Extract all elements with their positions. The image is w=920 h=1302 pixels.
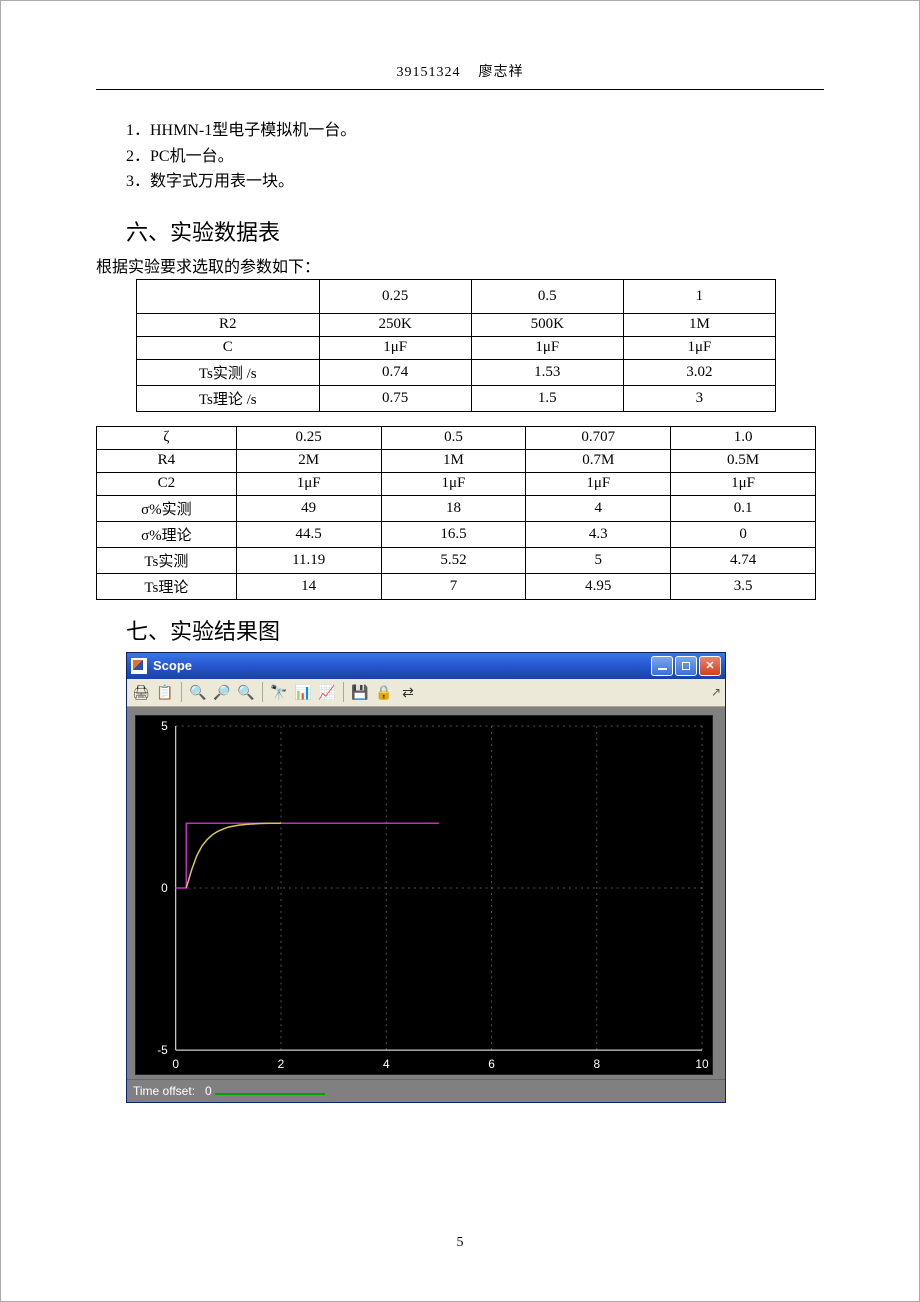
- table-2: ζ0.250.50.7071.0 R42M1M0.7M0.5M C21μF1μF…: [96, 426, 816, 600]
- scope-window: Scope ✕ 🖨 📋 🔍 🔎 🔍 🔭 📊 📈 💾 🔒 ⇄ ↗: [126, 652, 726, 1103]
- separator: [343, 682, 344, 702]
- status-bar: Time offset: 0: [127, 1079, 725, 1102]
- lock-icon[interactable]: 🔒: [374, 682, 394, 702]
- equipment-list: 1．HHMN-1型电子模拟机一台。 2．PC机一台。 3．数字式万用表一块。: [96, 118, 824, 195]
- status-underline: [215, 1093, 325, 1095]
- separator: [181, 682, 182, 702]
- table-row: σ%理论44.516.54.30: [97, 521, 816, 547]
- table-row: C21μF1μF1μF1μF: [97, 472, 816, 495]
- table-row: ζ0.250.50.7071.0: [97, 426, 816, 449]
- zoom-in-icon[interactable]: 🔍: [188, 682, 208, 702]
- table-row: R42M1M0.7M0.5M: [97, 449, 816, 472]
- svg-text:0: 0: [161, 881, 168, 895]
- plot-area: 0 2 4 6 8 10 -5 0 5: [127, 707, 725, 1079]
- page-header: 39151324 廖志祥: [96, 61, 824, 81]
- toolbar: 🖨 📋 🔍 🔎 🔍 🔭 📊 📈 💾 🔒 ⇄ ↗: [127, 679, 725, 707]
- list-item: 2．PC机一台。: [126, 144, 824, 170]
- close-button[interactable]: ✕: [699, 656, 721, 676]
- separator: [262, 682, 263, 702]
- header-name: 廖志祥: [479, 65, 524, 80]
- section-7-title: 七、实验结果图: [126, 614, 824, 646]
- save-axes-icon[interactable]: 📊: [293, 682, 313, 702]
- list-item: 3．数字式万用表一块。: [126, 169, 824, 195]
- params-icon[interactable]: 📋: [155, 682, 175, 702]
- svg-text:8: 8: [593, 1057, 600, 1071]
- header-id: 39151324: [397, 65, 461, 80]
- table-row: Ts实测11.195.5254.74: [97, 547, 816, 573]
- page-number: 5: [1, 1235, 919, 1251]
- svg-text:0: 0: [172, 1057, 179, 1071]
- print-icon[interactable]: 🖨: [131, 682, 151, 702]
- chart-svg: 0 2 4 6 8 10 -5 0 5: [136, 716, 712, 1074]
- signal-icon[interactable]: ⇄: [398, 682, 418, 702]
- matlab-icon: [131, 658, 147, 674]
- svg-text:10: 10: [695, 1057, 709, 1071]
- table-row: σ%实测491840.1: [97, 495, 816, 521]
- scope-plot[interactable]: 0 2 4 6 8 10 -5 0 5: [135, 715, 713, 1075]
- autoscale-icon[interactable]: 🔭: [269, 682, 289, 702]
- status-value: 0: [205, 1084, 212, 1098]
- table-row: C1μF1μF1μF: [137, 336, 776, 359]
- table-1: 0.250.51 R2250K500K1M C1μF1μF1μF Ts实测 /s…: [136, 279, 776, 412]
- minimize-button[interactable]: [651, 656, 673, 676]
- header-rule: [96, 89, 824, 90]
- svg-text:4: 4: [383, 1057, 390, 1071]
- restore-axes-icon[interactable]: 📈: [317, 682, 337, 702]
- dock-icon[interactable]: ↗: [711, 685, 721, 699]
- table-row: 0.250.51: [137, 279, 776, 313]
- svg-text:6: 6: [488, 1057, 495, 1071]
- section-6-title: 六、实验数据表: [126, 215, 824, 247]
- section-6-subhead: 根据实验要求选取的参数如下：: [96, 253, 824, 277]
- status-label: Time offset:: [133, 1084, 195, 1098]
- table-row: Ts理论 /s0.751.53: [137, 385, 776, 411]
- svg-text:-5: -5: [157, 1043, 168, 1057]
- svg-text:5: 5: [161, 719, 168, 733]
- maximize-button[interactable]: [675, 656, 697, 676]
- floating-icon[interactable]: 💾: [350, 682, 370, 702]
- zoom-x-icon[interactable]: 🔎: [212, 682, 232, 702]
- zoom-y-icon[interactable]: 🔍: [236, 682, 256, 702]
- table-row: R2250K500K1M: [137, 313, 776, 336]
- table-row: Ts理论1474.953.5: [97, 573, 816, 599]
- titlebar[interactable]: Scope ✕: [127, 653, 725, 679]
- table-row: Ts实测 /s0.741.533.02: [137, 359, 776, 385]
- list-item: 1．HHMN-1型电子模拟机一台。: [126, 118, 824, 144]
- window-title: Scope: [153, 658, 651, 673]
- svg-text:2: 2: [278, 1057, 285, 1071]
